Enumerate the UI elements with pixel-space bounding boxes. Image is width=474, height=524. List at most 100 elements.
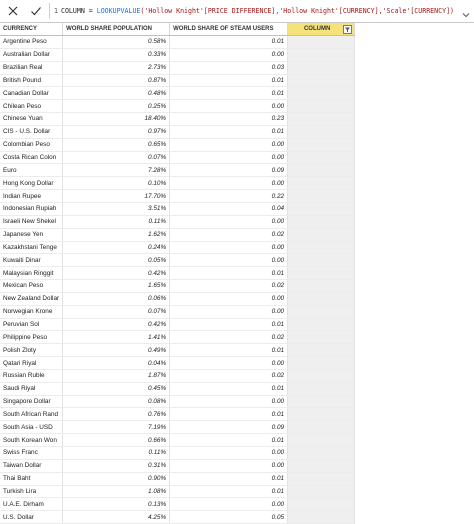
steam-users-cell[interactable]: 0.05 (169, 510, 289, 524)
column-cell[interactable] (287, 202, 356, 216)
column-cell[interactable] (287, 420, 356, 435)
currency-cell[interactable]: Euro (0, 163, 64, 178)
population-cell[interactable]: 1.65% (62, 279, 171, 293)
population-cell[interactable]: 0.49% (62, 343, 171, 358)
population-cell[interactable]: 0.42% (62, 266, 171, 281)
currency-cell[interactable]: South Korean Won (0, 433, 64, 447)
population-cell[interactable]: 0.58% (62, 35, 171, 49)
table-row[interactable]: Norwegian Krone 0.07% 0.00 (0, 305, 356, 319)
column-cell[interactable] (287, 395, 356, 409)
column-cell[interactable] (287, 382, 356, 396)
table-row[interactable]: Swiss Franc 0.11% 0.00 (0, 446, 356, 460)
steam-users-cell[interactable]: 0.00 (169, 215, 289, 229)
population-cell[interactable]: 0.65% (62, 138, 171, 152)
column-cell[interactable] (287, 35, 356, 49)
cancel-formula-icon[interactable] (3, 1, 23, 21)
table-row[interactable]: Japanese Yen 1.62% 0.02 (0, 228, 356, 242)
formula-input[interactable]: COLUMN = LOOKUPVALUE('Hollow Knight'[PRI… (61, 7, 454, 15)
currency-cell[interactable]: U.A.E. Dirham (0, 497, 64, 512)
population-cell[interactable]: 1.87% (62, 369, 171, 383)
column-cell[interactable] (287, 228, 356, 242)
population-cell[interactable]: 1.08% (62, 485, 171, 499)
steam-users-cell[interactable]: 0.01 (169, 382, 289, 396)
currency-cell[interactable]: Norwegian Krone (0, 305, 64, 319)
currency-cell[interactable]: Kuwaiti Dinar (0, 253, 64, 268)
column-cell[interactable] (287, 472, 356, 486)
table-row[interactable]: Polish Zloty 0.49% 0.01 (0, 343, 356, 358)
table-row[interactable]: Indonesian Rupiah 3.51% 0.04 (0, 202, 356, 216)
population-cell[interactable]: 0.13% (62, 497, 171, 512)
population-cell[interactable]: 7.19% (62, 420, 171, 435)
table-row[interactable]: Philippine Peso 1.41% 0.02 (0, 330, 356, 345)
table-row[interactable]: Argentine Peso 0.58% 0.01 (0, 35, 356, 49)
currency-cell[interactable]: Indonesian Rupiah (0, 202, 64, 216)
currency-cell[interactable]: Swiss Franc (0, 446, 64, 460)
steam-users-cell[interactable]: 0.01 (169, 125, 289, 139)
population-cell[interactable]: 0.05% (62, 253, 171, 268)
currency-cell[interactable]: Argentine Peso (0, 35, 64, 49)
currency-cell[interactable]: Kazakhstani Tenge (0, 241, 64, 255)
population-cell[interactable]: 0.07% (62, 305, 171, 319)
column-cell[interactable] (287, 125, 356, 139)
population-cell[interactable]: 0.24% (62, 241, 171, 255)
column-cell[interactable] (287, 356, 356, 370)
population-cell[interactable]: 0.90% (62, 472, 171, 486)
table-row[interactable]: Costa Rican Colon 0.07% 0.00 (0, 151, 356, 165)
column-cell[interactable] (287, 138, 356, 152)
currency-cell[interactable]: Taiwan Dollar (0, 459, 64, 473)
currency-cell[interactable]: Indian Rupee (0, 189, 64, 203)
steam-users-cell[interactable]: 0.01 (169, 343, 289, 358)
steam-users-cell[interactable]: 0.00 (169, 497, 289, 512)
table-row[interactable]: Taiwan Dollar 0.31% 0.00 (0, 459, 356, 473)
table-row[interactable]: Mexican Peso 1.65% 0.02 (0, 279, 356, 293)
table-row[interactable]: Hong Kong Dollar 0.10% 0.00 (0, 176, 356, 191)
steam-users-cell[interactable]: 0.01 (169, 472, 289, 486)
column-cell[interactable] (287, 497, 356, 512)
population-cell[interactable]: 7.28% (62, 163, 171, 178)
population-cell[interactable]: 0.66% (62, 433, 171, 447)
table-row[interactable]: Israeli New Shekel 0.11% 0.00 (0, 215, 356, 229)
table-row[interactable]: Australian Dollar 0.33% 0.00 (0, 48, 356, 62)
population-cell[interactable]: 17.70% (62, 189, 171, 203)
steam-users-cell[interactable]: 0.01 (169, 74, 289, 88)
population-cell[interactable]: 0.48% (62, 86, 171, 101)
currency-cell[interactable]: Saudi Riyal (0, 382, 64, 396)
table-row[interactable]: Kazakhstani Tenge 0.24% 0.00 (0, 241, 356, 255)
table-row[interactable]: Colombian Peso 0.65% 0.00 (0, 138, 356, 152)
table-row[interactable]: South Asia - USD 7.19% 0.09 (0, 420, 356, 435)
table-row[interactable]: Thai Baht 0.90% 0.01 (0, 472, 356, 486)
table-row[interactable]: Saudi Riyal 0.45% 0.01 (0, 382, 356, 396)
column-cell[interactable] (287, 292, 356, 306)
steam-users-cell[interactable]: 0.00 (169, 459, 289, 473)
table-row[interactable]: Brazilian Real 2.73% 0.03 (0, 61, 356, 75)
table-row[interactable]: Chinese Yuan 18.40% 0.23 (0, 112, 356, 126)
steam-users-cell[interactable]: 0.04 (169, 202, 289, 216)
steam-users-cell[interactable]: 0.22 (169, 189, 289, 203)
population-cell[interactable]: 0.45% (62, 382, 171, 396)
population-cell[interactable]: 0.11% (62, 446, 171, 460)
steam-users-cell[interactable]: 0.09 (169, 163, 289, 178)
table-row[interactable]: Euro 7.28% 0.09 (0, 163, 356, 178)
column-cell[interactable] (287, 86, 356, 101)
column-cell[interactable] (287, 433, 356, 447)
table-row[interactable]: Peruvian Sol 0.42% 0.01 (0, 318, 356, 332)
table-row[interactable]: South Korean Won 0.66% 0.01 (0, 433, 356, 447)
population-cell[interactable]: 18.40% (62, 112, 171, 126)
column-cell[interactable] (287, 318, 356, 332)
column-cell[interactable] (287, 305, 356, 319)
population-cell[interactable]: 0.33% (62, 48, 171, 62)
population-cell[interactable]: 4.25% (62, 510, 171, 524)
column-cell[interactable] (287, 343, 356, 358)
steam-users-cell[interactable]: 0.02 (169, 369, 289, 383)
currency-cell[interactable]: Chinese Yuan (0, 112, 64, 126)
currency-cell[interactable]: New Zealand Dollar (0, 292, 64, 306)
table-row[interactable]: New Zealand Dollar 0.06% 0.00 (0, 292, 356, 306)
steam-users-cell[interactable]: 0.00 (169, 292, 289, 306)
steam-users-cell[interactable]: 0.00 (169, 241, 289, 255)
header-currency[interactable]: CURRENCY (0, 23, 64, 36)
population-cell[interactable]: 0.97% (62, 125, 171, 139)
commit-formula-icon[interactable] (26, 1, 46, 21)
currency-cell[interactable]: U.S. Dollar (0, 510, 64, 524)
steam-users-cell[interactable]: 0.00 (169, 151, 289, 165)
table-row[interactable]: CIS - U.S. Dollar 0.97% 0.01 (0, 125, 356, 139)
